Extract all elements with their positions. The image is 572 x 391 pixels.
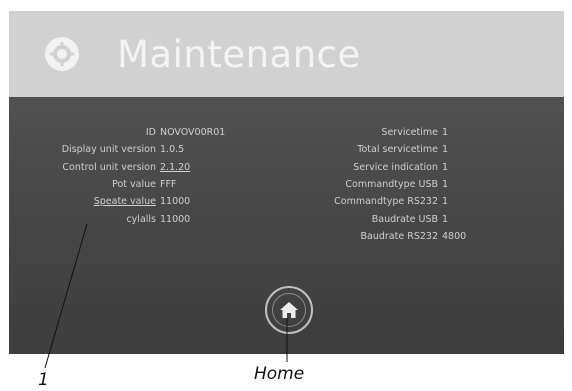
info-row-service-indication: Service indication 1 bbox=[287, 159, 466, 176]
info-row-total-servicetime: Total servicetime 1 bbox=[287, 141, 466, 158]
callout-label-1: 1 bbox=[38, 370, 49, 390]
page-title: Maintenance bbox=[117, 33, 361, 76]
info-row-commandtype-rs232: Commandtype RS232 1 bbox=[287, 193, 466, 210]
info-label: Pot value bbox=[112, 179, 156, 191]
left-info-column: ID NOVOV00R01 Display unit version 1.0.5… bbox=[23, 124, 226, 228]
info-value: 1 bbox=[442, 179, 449, 191]
maintenance-screen: Maintenance ID NOVOV00R01 Display unit v… bbox=[9, 11, 564, 354]
home-icon bbox=[280, 302, 298, 318]
info-value: 1 bbox=[442, 161, 449, 173]
info-label: Baudrate RS232 bbox=[360, 230, 438, 242]
home-button-ring bbox=[272, 293, 306, 327]
info-label: Servicetime bbox=[381, 127, 438, 139]
info-value: FFF bbox=[160, 179, 177, 191]
info-label: Baudrate USB bbox=[371, 213, 438, 225]
info-value: 11000 bbox=[160, 213, 191, 225]
info-label: Service indication bbox=[353, 161, 438, 173]
home-button[interactable] bbox=[265, 286, 313, 334]
info-label: Commandtype USB bbox=[345, 179, 438, 191]
info-value: 1 bbox=[442, 213, 449, 225]
info-label: ID bbox=[145, 127, 156, 139]
info-row-cylalls: cylalls 11000 bbox=[23, 210, 225, 227]
callout-label-home: Home bbox=[254, 364, 305, 384]
info-value: 4800 bbox=[442, 230, 467, 242]
info-label: cylalls bbox=[126, 213, 156, 225]
info-value: 2.1.20 bbox=[160, 161, 191, 173]
info-label: Total servicetime bbox=[357, 144, 438, 156]
info-row-speate-value: Speate value 11000 bbox=[23, 193, 225, 210]
info-value: NOVOV00R01 bbox=[160, 127, 226, 139]
info-label: Speate value bbox=[93, 196, 156, 208]
info-value: 1 bbox=[442, 196, 449, 208]
right-info-column: Servicetime 1 Total servicetime 1 Servic… bbox=[287, 124, 466, 245]
info-row-display-version: Display unit version 1.0.5 bbox=[23, 141, 225, 158]
gear-icon bbox=[45, 37, 79, 71]
info-row-baudrate-rs232: Baudrate RS232 4800 bbox=[287, 228, 467, 245]
info-row-servicetime: Servicetime 1 bbox=[287, 124, 466, 141]
info-label: Control unit version bbox=[62, 161, 156, 173]
info-label: Commandtype RS232 bbox=[334, 196, 438, 208]
info-row-baudrate-usb: Baudrate USB 1 bbox=[287, 210, 466, 227]
header-bar: Maintenance bbox=[9, 11, 564, 97]
info-row-commandtype-usb: Commandtype USB 1 bbox=[287, 176, 466, 193]
info-value: 11000 bbox=[160, 196, 191, 208]
info-row-pot-value: Pot value FFF bbox=[23, 176, 225, 193]
info-value: 1.0.5 bbox=[160, 144, 185, 156]
info-label: Display unit version bbox=[61, 144, 156, 156]
info-value: 1 bbox=[442, 144, 449, 156]
info-row-id: ID NOVOV00R01 bbox=[23, 124, 225, 141]
info-row-control-version: Control unit version 2.1.20 bbox=[23, 159, 225, 176]
info-value: 1 bbox=[442, 127, 449, 139]
